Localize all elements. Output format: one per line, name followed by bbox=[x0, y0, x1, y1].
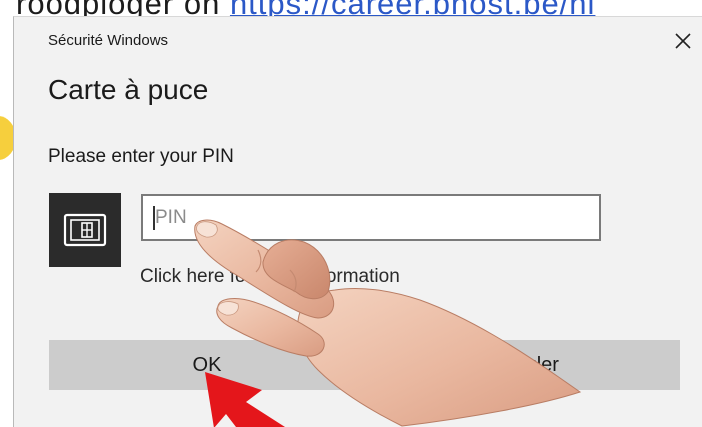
screenshot-stage: roodploger on https://career.bnost.be/nl… bbox=[0, 0, 702, 427]
smartcard-icon bbox=[63, 213, 107, 247]
pin-prompt: Please enter your PIN bbox=[48, 146, 234, 167]
windows-security-dialog: Sécurité Windows Carte à puce Please ent… bbox=[13, 16, 702, 427]
close-icon[interactable] bbox=[671, 29, 695, 53]
ok-button[interactable]: OK bbox=[49, 340, 365, 390]
more-information-link[interactable]: Click here for more information bbox=[140, 266, 400, 288]
dialog-caption: Sécurité Windows bbox=[48, 32, 169, 49]
dialog-title: Carte à puce bbox=[48, 74, 209, 105]
pin-input[interactable] bbox=[141, 194, 601, 241]
smartcard-tile bbox=[49, 193, 121, 267]
text-caret bbox=[153, 206, 155, 230]
cancel-button[interactable]: Annuler bbox=[369, 340, 680, 390]
